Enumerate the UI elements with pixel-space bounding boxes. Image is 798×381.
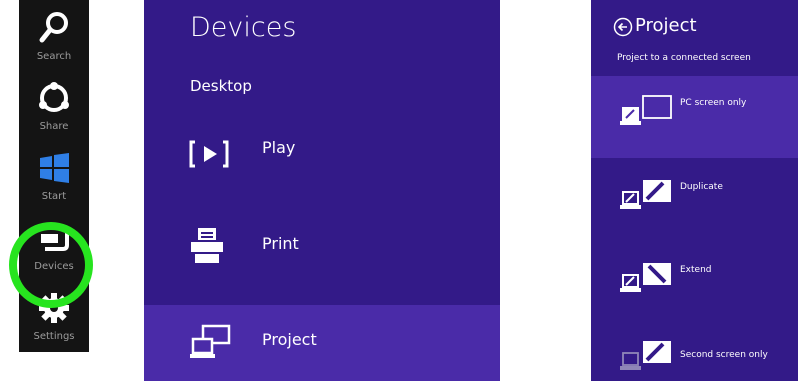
extend-icon: [620, 263, 671, 292]
duplicate-icon: [620, 180, 671, 209]
device-item-label: Print: [262, 234, 299, 253]
share-icon: [39, 82, 69, 112]
back-arrow-icon[interactable]: [613, 17, 633, 37]
option-second-screen-only[interactable]: Second screen only: [591, 319, 798, 381]
devices-pane: Devices Desktop Play Print Project: [144, 0, 500, 381]
charm-label: Share: [39, 121, 69, 132]
second-screen-only-icon: [620, 341, 671, 370]
charm-label: Start: [41, 191, 67, 202]
device-item-print[interactable]: Print: [144, 216, 500, 286]
section-header: Desktop: [190, 77, 252, 95]
search-icon: [39, 12, 68, 43]
windows-logo-icon: [40, 153, 69, 183]
device-item-label: Play: [262, 138, 296, 157]
option-label: Extend: [680, 265, 712, 275]
pane-title: Project: [635, 15, 697, 36]
printer-icon: [191, 228, 223, 263]
charm-start[interactable]: Start: [19, 140, 89, 210]
charm-label: Search: [36, 51, 72, 62]
project-pane: Project Project to a connected screen PC…: [591, 0, 798, 381]
pc-screen-only-icon: [620, 95, 672, 125]
device-item-label: Project: [262, 330, 317, 349]
option-label: Second screen only: [680, 350, 768, 360]
option-duplicate[interactable]: Duplicate: [591, 160, 798, 242]
play-icon: [189, 140, 229, 168]
highlight-ring: [9, 222, 93, 308]
device-item-project[interactable]: Project: [144, 305, 500, 381]
option-label: PC screen only: [680, 98, 747, 108]
option-pc-screen-only[interactable]: PC screen only: [591, 76, 798, 158]
project-icon: [190, 324, 231, 358]
charm-share[interactable]: Share: [19, 70, 89, 140]
charm-label: Settings: [33, 331, 75, 342]
pane-title: Devices: [190, 12, 297, 43]
charm-search[interactable]: Search: [19, 0, 89, 70]
pane-subtitle: Project to a connected screen: [617, 53, 751, 63]
option-label: Duplicate: [680, 182, 723, 192]
device-item-play[interactable]: Play: [144, 118, 500, 188]
option-extend[interactable]: Extend: [591, 243, 798, 325]
